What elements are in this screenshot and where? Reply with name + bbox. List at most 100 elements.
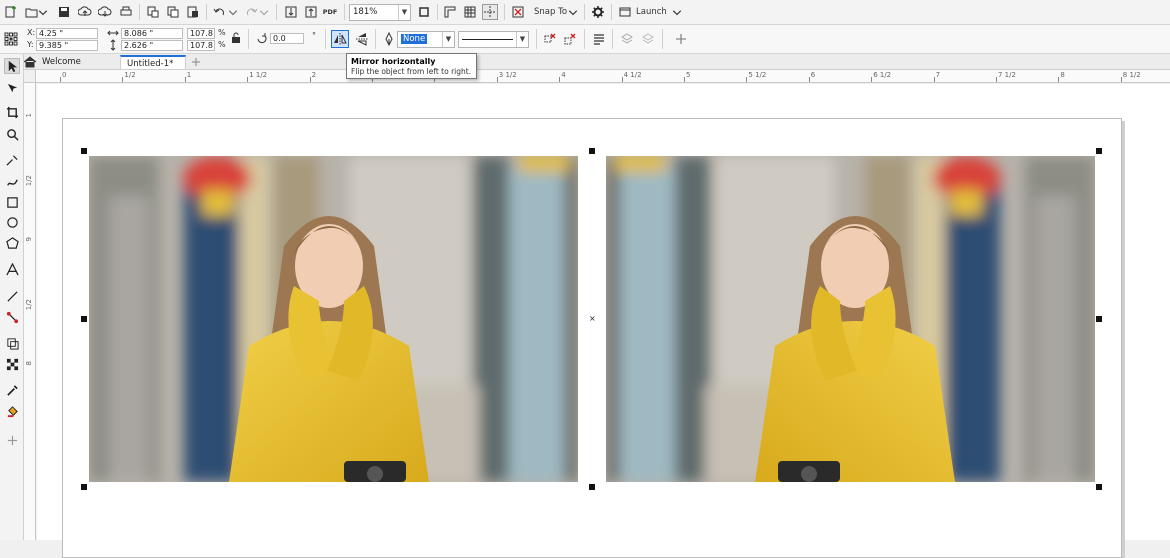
break-apart-icon[interactable] bbox=[542, 31, 558, 47]
paste-icon[interactable] bbox=[185, 4, 201, 20]
selection-center-marker[interactable]: × bbox=[589, 315, 596, 323]
save-icon[interactable] bbox=[56, 4, 72, 20]
chevron-down-icon[interactable]: ▼ bbox=[442, 32, 454, 47]
publish-pdf-button[interactable]: PDF bbox=[322, 4, 338, 20]
snap-to-chevron-down-icon[interactable] bbox=[568, 4, 578, 20]
ruler-tick-label: 9 bbox=[25, 237, 33, 242]
show-grid-icon[interactable] bbox=[462, 4, 478, 20]
ruler-tick-label: 8 bbox=[25, 361, 33, 366]
transparency-tool-icon[interactable] bbox=[4, 356, 20, 372]
cloud-upload-icon[interactable] bbox=[77, 4, 93, 20]
polygon-tool-icon[interactable] bbox=[4, 235, 20, 251]
scale-height-field[interactable]: 107.8 bbox=[187, 40, 215, 51]
launch-app-icon[interactable] bbox=[617, 4, 633, 20]
ruler-tick-label: 6 1/2 bbox=[873, 71, 892, 79]
chevron-down-icon[interactable]: ▼ bbox=[398, 5, 410, 20]
drop-shadow-tool-icon[interactable] bbox=[4, 335, 20, 351]
height-arrow-icon bbox=[107, 39, 119, 51]
chevron-down-icon[interactable]: ▼ bbox=[516, 32, 528, 47]
ruler-tick-mark bbox=[559, 77, 561, 82]
remove-link-icon[interactable] bbox=[562, 31, 578, 47]
ruler-tick-label: 5 bbox=[686, 71, 691, 79]
undo-dropdown-chevron-icon[interactable] bbox=[228, 4, 238, 20]
copy-icon[interactable] bbox=[165, 4, 181, 20]
selection-handle-middle-left[interactable] bbox=[81, 316, 87, 322]
lock-ratio-icon[interactable] bbox=[230, 32, 242, 44]
outline-width-value: None bbox=[401, 34, 428, 44]
redo-icon bbox=[243, 4, 259, 20]
launch-chevron-down-icon[interactable] bbox=[672, 4, 682, 20]
scale-width-field[interactable]: 107.8 bbox=[187, 28, 215, 39]
selection-handle-top-right[interactable] bbox=[1096, 148, 1102, 154]
document-tab-bar: Welcome Screen Untitled-1* bbox=[0, 54, 1170, 81]
cloud-download-icon[interactable] bbox=[97, 4, 113, 20]
ruler-tick-label: 1/2 bbox=[25, 299, 33, 311]
cut-icon[interactable] bbox=[145, 4, 161, 20]
new-document-icon[interactable] bbox=[3, 4, 19, 20]
launch-label[interactable]: Launch bbox=[636, 7, 667, 17]
text-wrap-icon[interactable] bbox=[591, 31, 607, 47]
y-position-field[interactable]: 9.385 " bbox=[36, 40, 98, 51]
zoom-tool-icon[interactable] bbox=[4, 126, 20, 142]
pick-tool-icon[interactable] bbox=[4, 58, 20, 74]
options-gear-icon[interactable] bbox=[590, 4, 606, 20]
tab-untitled-1[interactable]: Untitled-1* bbox=[120, 55, 186, 69]
export-icon[interactable] bbox=[303, 4, 319, 20]
connector-tool-icon[interactable] bbox=[4, 309, 20, 325]
show-guidelines-icon[interactable] bbox=[482, 4, 498, 20]
print-icon[interactable] bbox=[118, 4, 134, 20]
eyedropper-tool-icon[interactable] bbox=[4, 382, 20, 398]
interactive-fill-tool-icon[interactable] bbox=[4, 403, 20, 419]
selection-handle-bottom-right[interactable] bbox=[1096, 484, 1102, 490]
undo-icon[interactable] bbox=[212, 4, 228, 20]
import-icon[interactable] bbox=[283, 4, 299, 20]
to-front-icon bbox=[619, 31, 635, 47]
x-position-field[interactable]: 4.25 " bbox=[36, 28, 98, 39]
ruler-tick-label: 1/2 bbox=[124, 71, 136, 79]
rotation-field[interactable]: 0.0 bbox=[270, 33, 304, 44]
snap-off-icon[interactable] bbox=[510, 4, 526, 20]
outline-width-combo[interactable]: None ▼ bbox=[397, 31, 455, 48]
rectangle-tool-icon[interactable] bbox=[4, 194, 20, 210]
add-property-plus-icon[interactable] bbox=[673, 31, 689, 47]
artistic-media-tool-icon[interactable] bbox=[4, 174, 20, 190]
image-original[interactable] bbox=[89, 156, 578, 482]
zoom-level-combo[interactable]: 181% ▼ bbox=[349, 4, 411, 21]
shape-tool-icon[interactable] bbox=[4, 80, 20, 96]
height-field[interactable]: 2.626 " bbox=[121, 40, 183, 51]
selection-handle-middle-right[interactable] bbox=[1096, 316, 1102, 322]
object-origin-icon[interactable] bbox=[3, 31, 19, 47]
parallel-dimension-tool-icon[interactable] bbox=[4, 288, 20, 304]
vertical-ruler[interactable]: 1 1/2 9 1/2 8 bbox=[24, 83, 36, 540]
mirror-vertically-button[interactable] bbox=[354, 31, 370, 47]
ellipse-tool-icon[interactable] bbox=[4, 214, 20, 230]
show-rulers-icon[interactable] bbox=[442, 4, 458, 20]
width-field[interactable]: 8.086 " bbox=[121, 28, 183, 39]
tab-welcome-screen[interactable]: Welcome Screen bbox=[36, 55, 118, 81]
crop-tool-icon[interactable] bbox=[4, 104, 20, 120]
mirror-horizontally-button[interactable] bbox=[331, 30, 349, 48]
freehand-tool-icon[interactable] bbox=[4, 152, 20, 168]
ruler-corner[interactable] bbox=[24, 70, 36, 83]
text-tool-icon[interactable] bbox=[4, 261, 20, 277]
open-dropdown-chevron-icon[interactable] bbox=[38, 4, 48, 20]
selection-handle-bottom-center[interactable] bbox=[589, 484, 595, 490]
home-icon[interactable] bbox=[23, 55, 37, 69]
snap-to-label[interactable]: Snap To bbox=[534, 7, 567, 17]
image-mirrored[interactable] bbox=[606, 156, 1095, 482]
ruler-tick-label: 1/2 bbox=[25, 175, 33, 187]
to-back-icon bbox=[640, 31, 656, 47]
line-style-combo[interactable]: ▼ bbox=[458, 31, 529, 48]
quick-customize-plus-icon[interactable] bbox=[4, 432, 20, 448]
horizontal-ruler[interactable]: 01/211 1/222 1/233 1/244 1/255 1/266 1/2… bbox=[36, 70, 1170, 83]
ruler-tick-mark bbox=[621, 77, 623, 82]
full-screen-preview-icon[interactable] bbox=[416, 4, 432, 20]
ruler-tick-mark bbox=[1120, 77, 1122, 82]
scale-height-percent: % bbox=[218, 40, 226, 49]
selection-handle-top-left[interactable] bbox=[81, 148, 87, 154]
new-tab-plus-icon[interactable] bbox=[189, 55, 203, 69]
selection-handle-top-center[interactable] bbox=[589, 148, 595, 154]
mirror-tooltip: Mirror horizontally Flip the object from… bbox=[346, 53, 477, 79]
ruler-tick-mark bbox=[996, 77, 997, 82]
selection-handle-bottom-left[interactable] bbox=[81, 484, 87, 490]
